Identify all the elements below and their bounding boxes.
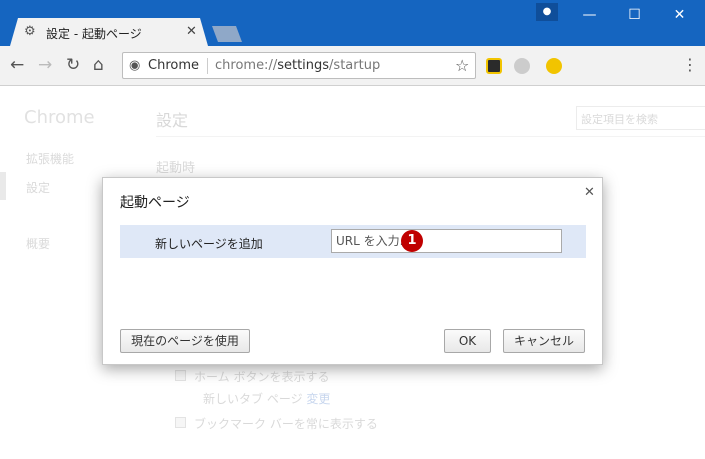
ext-search-icon[interactable] (546, 58, 562, 74)
title-bar: ⚙ 設定 - 起動ページ ✕ ● — ☐ ✕ (0, 0, 705, 46)
forward-icon[interactable]: → (38, 55, 52, 75)
address-bar[interactable]: ◉ Chrome chrome://settings/startup ☆ (122, 52, 476, 79)
minimize-icon[interactable]: — (567, 0, 612, 30)
url-input[interactable] (331, 229, 562, 253)
chrome-logo-icon: ◉ (129, 58, 141, 73)
callout-badge: 1 (401, 230, 423, 252)
omnibox-chrome-label: Chrome (148, 58, 199, 73)
reload-icon[interactable]: ↻ (66, 55, 80, 75)
maximize-icon[interactable]: ☐ (612, 0, 657, 30)
omnibox-divider (207, 58, 208, 74)
ext-ghost-icon[interactable] (514, 58, 530, 74)
close-icon[interactable]: ✕ (657, 0, 702, 30)
menu-icon[interactable]: ⋮ (682, 55, 698, 75)
gear-icon: ⚙ (24, 24, 36, 39)
ext-target-icon[interactable] (486, 58, 502, 74)
home-icon[interactable]: ⌂ (93, 55, 104, 75)
dialog-title: 起動ページ (120, 195, 190, 211)
new-tab-button[interactable] (212, 26, 242, 42)
back-icon[interactable]: ← (10, 55, 24, 75)
cancel-button[interactable]: キャンセル (503, 329, 585, 353)
browser-toolbar: ← → ↻ ⌂ ◉ Chrome chrome://settings/start… (0, 46, 705, 86)
use-current-pages-button[interactable]: 現在のページを使用 (120, 329, 250, 353)
add-page-label: 新しいページを追加 (155, 237, 263, 251)
browser-tab[interactable]: ⚙ 設定 - 起動ページ ✕ (10, 18, 208, 46)
tab-title: 設定 - 起動ページ (46, 27, 142, 41)
add-page-row: 新しいページを追加 (120, 225, 586, 258)
dialog-close-icon[interactable]: ✕ (584, 185, 595, 200)
startup-pages-dialog: 起動ページ ✕ 新しいページを追加 1 現在のページを使用 OK キャンセル (102, 177, 603, 365)
person-icon[interactable]: ● (536, 3, 558, 21)
tab-close-icon[interactable]: ✕ (186, 24, 197, 39)
ok-button[interactable]: OK (444, 329, 491, 353)
url-text: chrome://settings/startup (215, 58, 381, 73)
bookmark-star-icon[interactable]: ☆ (455, 56, 469, 75)
